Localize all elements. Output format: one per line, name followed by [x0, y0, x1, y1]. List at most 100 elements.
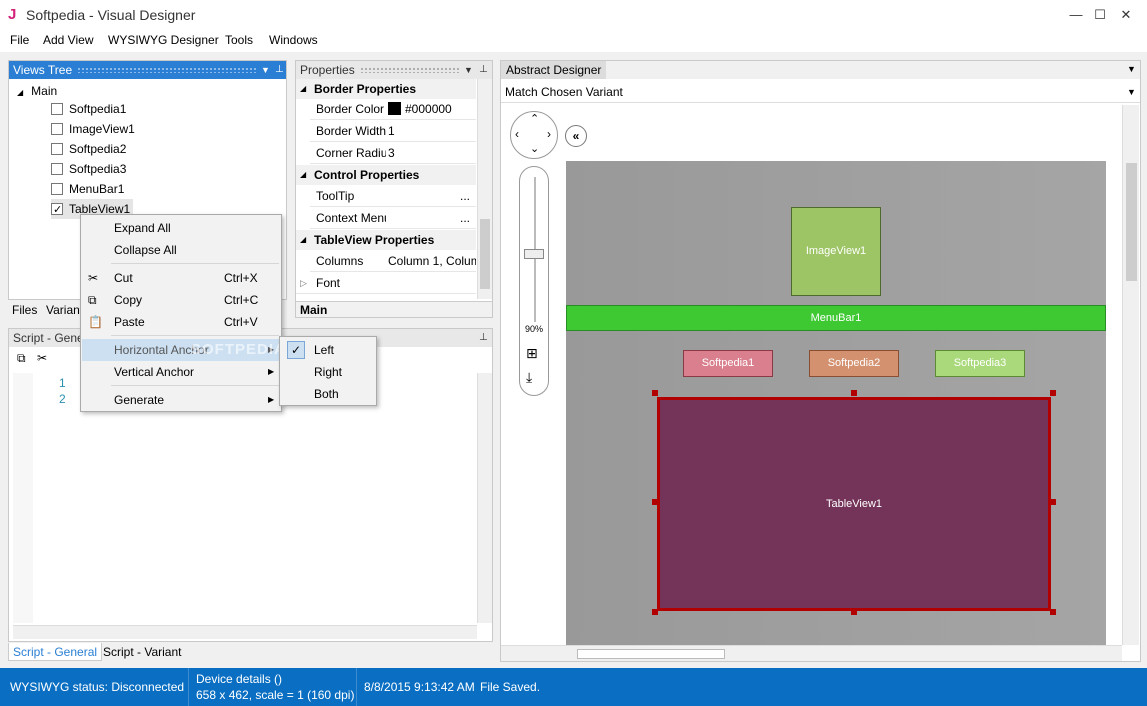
- resize-handle[interactable]: [851, 390, 857, 396]
- tab-files[interactable]: Files: [8, 301, 41, 319]
- color-swatch: [388, 102, 401, 115]
- resize-handle[interactable]: [652, 499, 658, 505]
- menu-vertical-anchor[interactable]: Vertical Anchor ▶: [82, 361, 280, 383]
- prop-border-color[interactable]: Border Color #000000: [310, 99, 476, 120]
- tab-script-variant[interactable]: Script - Variant: [99, 643, 185, 661]
- dropdown-icon[interactable]: ▼: [261, 61, 270, 79]
- resize-handle[interactable]: [1050, 499, 1056, 505]
- window-title: Softpedia - Visual Designer: [26, 7, 196, 23]
- widget-menubar[interactable]: MenuBar1: [566, 305, 1106, 331]
- scrollbar-thumb[interactable]: [480, 219, 490, 289]
- tree-root[interactable]: ◢ Main: [17, 81, 57, 101]
- variant-select[interactable]: Match Chosen Variant ▼: [501, 81, 1140, 103]
- checkbox[interactable]: [51, 163, 63, 175]
- resize-handle[interactable]: [1050, 390, 1056, 396]
- menu-tools[interactable]: Tools: [225, 33, 253, 47]
- collapse-triangle-icon[interactable]: ◢: [300, 79, 306, 99]
- design-canvas[interactable]: ImageView1 MenuBar1 Softpedia1 Softpedia…: [566, 161, 1106, 645]
- scrollbar-thumb[interactable]: [577, 649, 725, 659]
- zoom-control: 90% ⊞ ⤓: [519, 166, 549, 396]
- checkbox[interactable]: [51, 103, 63, 115]
- arrow-down-icon[interactable]: ⌄: [530, 142, 539, 155]
- menu-bar: File Add View WYSIWYG Designer Tools Win…: [0, 30, 1147, 52]
- checkbox[interactable]: [51, 183, 63, 195]
- category-control[interactable]: ◢ Control Properties: [296, 165, 476, 185]
- menu-generate[interactable]: Generate ▶: [82, 389, 280, 411]
- prop-font[interactable]: ▷ Font: [296, 273, 476, 294]
- watermark: SOFTPEDIA: [191, 341, 286, 358]
- tree-item[interactable]: Softpedia3: [51, 159, 171, 179]
- pan-control[interactable]: ⌃ ⌄ ‹ ›: [510, 111, 558, 159]
- tree-item[interactable]: Softpedia1: [51, 99, 171, 119]
- pin-icon[interactable]: ⊥: [275, 61, 284, 79]
- menu-cut[interactable]: ✂ Cut Ctrl+X: [82, 267, 280, 289]
- designer-vscrollbar[interactable]: [1122, 105, 1139, 645]
- download-icon[interactable]: ⤓: [526, 369, 532, 386]
- zoom-slider[interactable]: [524, 249, 544, 259]
- copy-icon[interactable]: ⧉: [17, 351, 26, 366]
- tree-item[interactable]: ImageView1: [51, 119, 171, 139]
- dropdown-icon[interactable]: ▼: [1127, 81, 1136, 103]
- pin-icon[interactable]: ⊥: [479, 329, 488, 347]
- resize-handle[interactable]: [652, 390, 658, 396]
- category-border[interactable]: ◢ Border Properties: [296, 79, 476, 99]
- device-resolution: 658 x 462, scale = 1 (160 dpi): [196, 688, 355, 702]
- script-scrollbar[interactable]: [477, 373, 492, 623]
- prop-corner-radius[interactable]: Corner Radius 3: [310, 143, 476, 164]
- menu-windows[interactable]: Windows: [269, 33, 318, 47]
- checkmark-icon: ✓: [287, 341, 305, 359]
- pin-icon[interactable]: ⊥: [479, 61, 488, 79]
- prop-tooltip[interactable]: ToolTip ...: [310, 186, 476, 207]
- tab-script-general[interactable]: Script - General: [8, 643, 103, 661]
- arrow-left-icon[interactable]: ‹: [515, 127, 519, 141]
- widget-softpedia2[interactable]: Softpedia2: [809, 350, 899, 377]
- dropdown-icon[interactable]: ▼: [464, 61, 473, 79]
- collapse-triangle-icon[interactable]: ◢: [17, 88, 23, 97]
- separator: [111, 385, 279, 386]
- submenu-both[interactable]: Both: [281, 383, 375, 405]
- resize-handle[interactable]: [1050, 609, 1056, 615]
- collapse-left-icon[interactable]: «: [565, 125, 587, 147]
- widget-softpedia3[interactable]: Softpedia3: [935, 350, 1025, 377]
- arrow-up-icon[interactable]: ⌃: [530, 112, 539, 125]
- resize-handle[interactable]: [851, 609, 857, 615]
- expand-triangle-icon[interactable]: ▷: [300, 273, 307, 294]
- collapse-triangle-icon[interactable]: ◢: [300, 230, 306, 250]
- checkbox-checked[interactable]: [51, 200, 63, 220]
- widget-tableview-selected[interactable]: TableView1: [657, 397, 1051, 611]
- fit-to-screen-icon[interactable]: ⊞: [526, 345, 538, 362]
- tab-abstract-designer[interactable]: Abstract Designer: [501, 61, 607, 79]
- widget-imageview[interactable]: ImageView1: [791, 207, 881, 296]
- properties-panel: Properties ▼ ⊥ ◢ Border Properties Borde…: [295, 60, 493, 318]
- tree-item[interactable]: MenuBar1: [51, 179, 171, 199]
- menu-paste[interactable]: 📋 Paste Ctrl+V: [82, 311, 280, 333]
- properties-scrollbar[interactable]: [477, 79, 492, 299]
- resize-handle[interactable]: [652, 609, 658, 615]
- line-number: 2: [59, 392, 66, 406]
- prop-border-width[interactable]: Border Width 1: [310, 121, 476, 142]
- menu-collapse-all[interactable]: Collapse All: [82, 239, 280, 261]
- category-main[interactable]: Main: [296, 301, 492, 317]
- script-hscrollbar[interactable]: [13, 625, 477, 639]
- submenu-left[interactable]: ✓ Left: [281, 339, 375, 361]
- menu-wysiwyg-designer[interactable]: WYSIWYG Designer: [108, 33, 219, 47]
- prop-columns[interactable]: Columns Column 1, Column: [310, 251, 476, 272]
- submenu-right[interactable]: Right: [281, 361, 375, 383]
- tree-item[interactable]: Softpedia2: [51, 139, 171, 159]
- collapse-triangle-icon[interactable]: ◢: [300, 165, 306, 185]
- scrollbar-thumb[interactable]: [1126, 163, 1137, 281]
- dropdown-icon[interactable]: ▼: [1127, 64, 1136, 74]
- arrow-right-icon[interactable]: ›: [547, 127, 551, 141]
- menu-copy[interactable]: ⧉ Copy Ctrl+C: [82, 289, 280, 311]
- designer-hscrollbar[interactable]: [501, 645, 1122, 661]
- close-button[interactable]: ✕: [1108, 4, 1144, 26]
- checkbox[interactable]: [51, 143, 63, 155]
- checkbox[interactable]: [51, 123, 63, 135]
- prop-context-menu[interactable]: Context Menu ...: [310, 208, 476, 229]
- cut-icon[interactable]: ✂: [37, 351, 47, 365]
- menu-add-view[interactable]: Add View: [43, 33, 93, 47]
- widget-softpedia1[interactable]: Softpedia1: [683, 350, 773, 377]
- menu-file[interactable]: File: [10, 33, 29, 47]
- category-tableview[interactable]: ◢ TableView Properties: [296, 230, 476, 250]
- menu-expand-all[interactable]: Expand All: [82, 217, 280, 239]
